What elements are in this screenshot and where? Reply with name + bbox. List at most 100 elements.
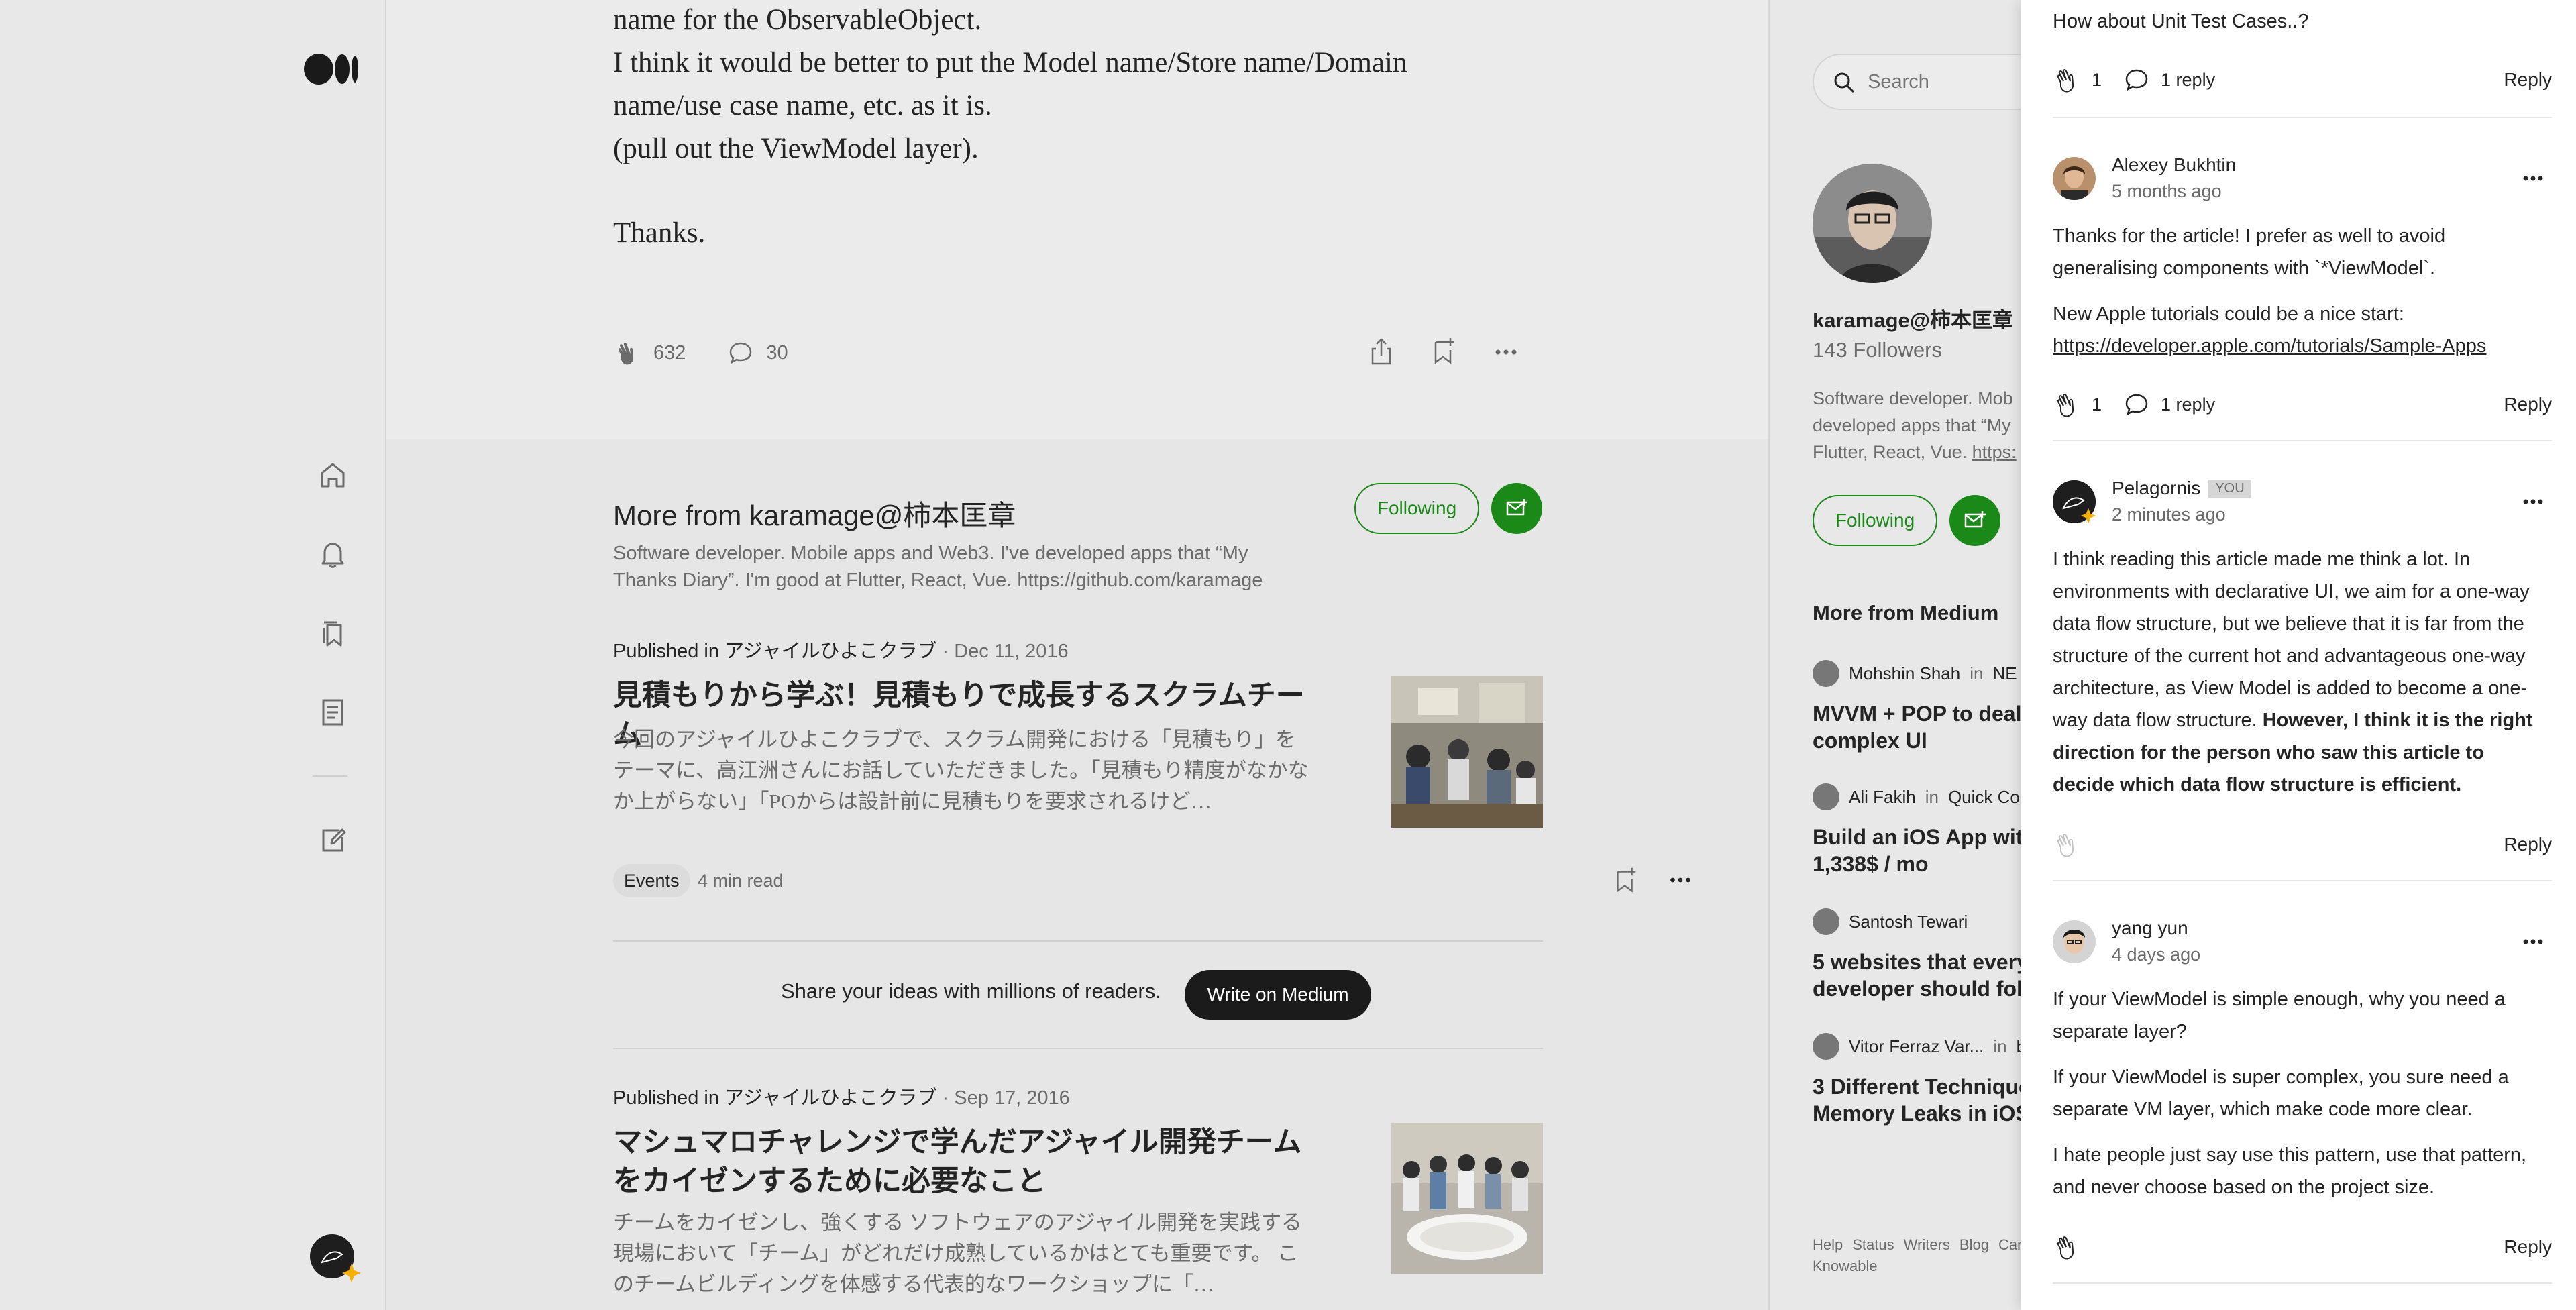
response-divider — [2053, 117, 2552, 118]
author-avatar — [1813, 783, 1839, 810]
recommended-story-title: Build an iOS App with 1,338$ / mo — [1813, 825, 2021, 876]
medium-logo-icon[interactable] — [304, 53, 359, 85]
response-link[interactable]: https://developer.apple.com/tutorials/Sa… — [2053, 335, 2486, 357]
footer-link[interactable]: Care — [1998, 1236, 2021, 1253]
bookmarks-icon[interactable] — [313, 613, 353, 653]
nav-divider — [313, 775, 347, 777]
clap-icon — [2053, 830, 2082, 859]
publication-link[interactable]: アジャイルひよこクラブ — [724, 1087, 936, 1109]
write-on-medium-button[interactable]: Write on Medium — [1185, 970, 1371, 1020]
clap-icon[interactable] — [613, 338, 643, 368]
star-badge-icon — [341, 1262, 362, 1284]
article-end: name for the ObservableObject. I think i… — [386, 0, 1768, 439]
bookmark-add-icon[interactable] — [1426, 334, 1460, 368]
response-text: If your ViewModel is simple enough, why … — [2053, 989, 2506, 1042]
response-text: I hate people just say use this pattern,… — [2053, 1144, 2527, 1198]
reply-count[interactable]: 1 reply — [2161, 394, 2215, 415]
response-text: If your ViewModel is super complex, you … — [2053, 1067, 2509, 1120]
comment-icon[interactable] — [726, 338, 755, 368]
post-date: · Sep 17, 2016 — [936, 1087, 1070, 1109]
response-header: Alexey Bukhtin 5 months ago — [2053, 154, 2552, 201]
author-name[interactable]: karamage@柿本匡章 — [1813, 303, 2013, 333]
reply-button[interactable]: Reply — [2504, 834, 2552, 855]
bell-icon[interactable] — [313, 534, 353, 574]
share-ideas-text: Share your ideas with millions of reader… — [781, 979, 1161, 1003]
more-options-icon[interactable] — [2520, 165, 2546, 192]
share-icon[interactable] — [1364, 335, 1398, 369]
recommended-story[interactable]: Mohshin ShahinNE D MVVM + POP to deal co… — [1813, 660, 2021, 754]
recommended-story-title: MVVM + POP to deal complex UI — [1813, 702, 2021, 753]
response-text: How about Unit Test Cases..? — [2053, 11, 2309, 32]
more-options-icon[interactable] — [2520, 928, 2546, 955]
reply-count[interactable]: 1 reply — [2161, 70, 2215, 91]
response-text: New Apple tutorials could be a nice star… — [2053, 303, 2487, 357]
reply-button[interactable]: Reply — [2504, 1236, 2552, 1258]
clap-icon[interactable] — [2053, 65, 2082, 95]
footer-link[interactable]: Help — [1813, 1236, 1843, 1253]
post-excerpt[interactable]: 今回のアジャイルひよこクラブで、スクラム開発における「見積もり」をテーマに、高江… — [613, 724, 1311, 817]
post-title[interactable]: マシュマロチャレンジで学んだアジャイル開発チームをカイゼンするために必要なこと — [613, 1123, 1324, 1201]
avatar[interactable] — [2053, 920, 2096, 963]
response-count: 30 — [766, 341, 788, 364]
commenter-name[interactable]: Pelagornis YOU — [2112, 478, 2251, 499]
post-excerpt[interactable]: チームをカイゼンし、強くする ソフトウェアのアジャイル開発を実践する現場において… — [613, 1207, 1311, 1300]
more-from-title: More from karamage@柿本匡章 — [613, 500, 1016, 531]
author-followers[interactable]: 143 Followers — [1813, 338, 1942, 362]
comment-icon[interactable] — [2122, 65, 2151, 95]
clap-icon[interactable] — [2053, 1232, 2082, 1262]
home-icon[interactable] — [313, 455, 353, 495]
response-divider — [2053, 880, 2552, 881]
clap-count: 1 — [2092, 69, 2102, 90]
post-thumbnail[interactable] — [1391, 1123, 1543, 1274]
footer-link[interactable]: Blog — [1960, 1236, 1989, 1253]
comment-time: 4 days ago — [2112, 944, 2201, 965]
recommended-story[interactable]: Ali FakihinQuick Cod Build an iOS App wi… — [1813, 783, 2021, 877]
reply-button[interactable]: Reply — [2504, 394, 2552, 415]
more-from-description: Software developer. Mobile apps and Web3… — [613, 543, 1263, 591]
response-actions: 1 1 reply Reply — [2053, 388, 2552, 421]
more-options-icon[interactable] — [2520, 488, 2546, 515]
post-publication-meta: Published in アジャイルひよこクラブ · Dec 11, 2016 — [613, 641, 1069, 662]
search-bar[interactable] — [1813, 54, 2021, 110]
post-thumbnail[interactable] — [1391, 676, 1543, 828]
response-actions: Reply — [2053, 828, 2552, 861]
search-input[interactable] — [1868, 67, 2021, 97]
bookmark-add-icon[interactable] — [1609, 864, 1641, 896]
commenter-name[interactable]: Alexey Bukhtin — [2112, 154, 2236, 176]
subscribe-email-icon[interactable] — [1491, 483, 1542, 534]
author-bio-link[interactable]: https: — [1972, 442, 2017, 462]
author-avatar — [1813, 908, 1839, 935]
footer-link[interactable]: Status — [1852, 1236, 1894, 1253]
avatar[interactable] — [2053, 157, 2096, 200]
author-avatar — [1813, 660, 1839, 687]
stories-icon[interactable] — [313, 692, 353, 732]
main-content: name for the ObservableObject. I think i… — [386, 0, 1768, 1310]
subscribe-email-icon[interactable] — [1949, 495, 2000, 546]
article-engagement: 632 30 — [613, 334, 788, 372]
footer-link[interactable]: Writers — [1904, 1236, 1950, 1253]
search-icon — [1831, 70, 1857, 95]
comment-icon[interactable] — [2122, 390, 2151, 419]
divider — [613, 940, 1543, 942]
recommended-story[interactable]: Vitor Ferraz Var...inb 3 Different Techn… — [1813, 1033, 2021, 1127]
footer-link[interactable]: Knowable — [1813, 1258, 1878, 1274]
post-tag[interactable]: Events — [613, 864, 690, 897]
reply-button[interactable]: Reply — [2504, 69, 2552, 91]
publication-link[interactable]: アジャイルひよこクラブ — [724, 641, 936, 662]
author-avatar[interactable] — [1813, 164, 1932, 283]
footer-links: Help Status Writers Blog Care Knowable — [1813, 1234, 2021, 1277]
following-button[interactable]: Following — [1813, 495, 1937, 546]
you-badge: YOU — [2208, 480, 2251, 498]
recommended-story-title: 5 websites that every developer should f… — [1813, 950, 2021, 1001]
more-options-icon[interactable] — [1489, 335, 1523, 369]
article-text-line: name for the ObservableObject. — [613, 4, 982, 36]
more-from-medium-title: More from Medium — [1813, 601, 1999, 624]
commenter-name[interactable]: yang yun — [2112, 918, 2188, 939]
more-options-icon[interactable] — [1664, 864, 1697, 896]
post-date: · Dec 11, 2016 — [936, 641, 1069, 662]
clap-icon[interactable] — [2053, 390, 2082, 419]
following-button[interactable]: Following — [1354, 483, 1479, 534]
post-publication-meta: Published in アジャイルひよこクラブ · Sep 17, 2016 — [613, 1087, 1070, 1109]
recommended-story[interactable]: Santosh Tewari 5 websites that every dev… — [1813, 908, 2021, 1002]
write-icon[interactable] — [313, 820, 353, 860]
